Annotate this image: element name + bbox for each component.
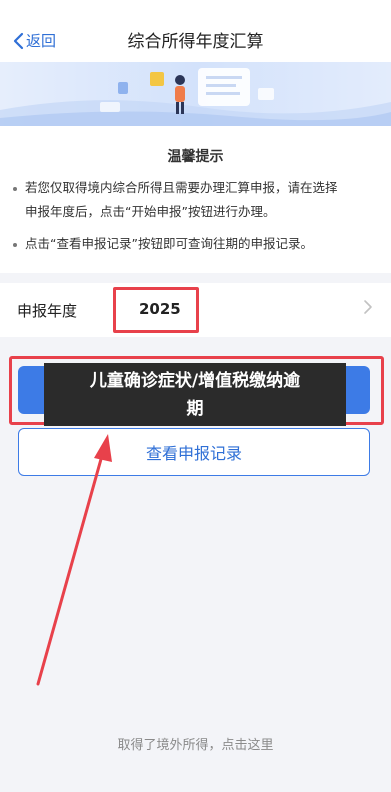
tip-item: 若您仅取得境内综合所得且需要办理汇算申报，请在选择 申报年度后，点击“开始申报”…: [13, 176, 373, 224]
overlay-line: 期: [186, 399, 204, 419]
view-records-button[interactable]: 查看申报记录: [18, 428, 370, 476]
chevron-right-icon: [364, 300, 372, 314]
tip-item: 点击“查看申报记录”按钮即可查询往期的申报记录。: [13, 232, 373, 256]
tip-text: 若您仅取得境内综合所得且需要办理汇算申报，请在选择: [25, 180, 338, 195]
tips-panel: 温馨提示 若您仅取得境内综合所得且需要办理汇算申报，请在选择 申报年度后，点击“…: [0, 126, 391, 273]
year-selector[interactable]: 申报年度 2025: [0, 283, 391, 337]
view-records-label: 查看申报记录: [145, 444, 242, 463]
chevron-left-icon: [13, 32, 24, 49]
banner: [0, 62, 391, 126]
nav-bar: 返回 综合所得年度汇算: [0, 0, 391, 62]
tips-title: 温馨提示: [167, 149, 224, 165]
overlay-line: 儿童确诊症状/增值税缴纳逾: [89, 371, 301, 391]
foreign-income-link[interactable]: 取得了境外所得，点击这里: [0, 734, 391, 753]
page-title: 综合所得年度汇算: [127, 31, 264, 52]
overlay-caption: 儿童确诊症状/增值税缴纳逾 期: [44, 363, 346, 426]
bullet-icon: [13, 242, 17, 247]
year-label: 申报年度: [17, 302, 78, 320]
year-value[interactable]: 2025: [139, 300, 181, 318]
tax-office-illustration: [0, 68, 391, 126]
back-label: 返回: [26, 32, 57, 50]
back-button[interactable]: 返回: [12, 30, 56, 51]
tip-text: 点击“查看申报记录”按钮即可查询往期的申报记录。: [25, 236, 313, 251]
bullet-icon: [13, 186, 17, 191]
tip-text: 申报年度后，点击“开始申报”按钮进行办理。: [25, 204, 276, 219]
